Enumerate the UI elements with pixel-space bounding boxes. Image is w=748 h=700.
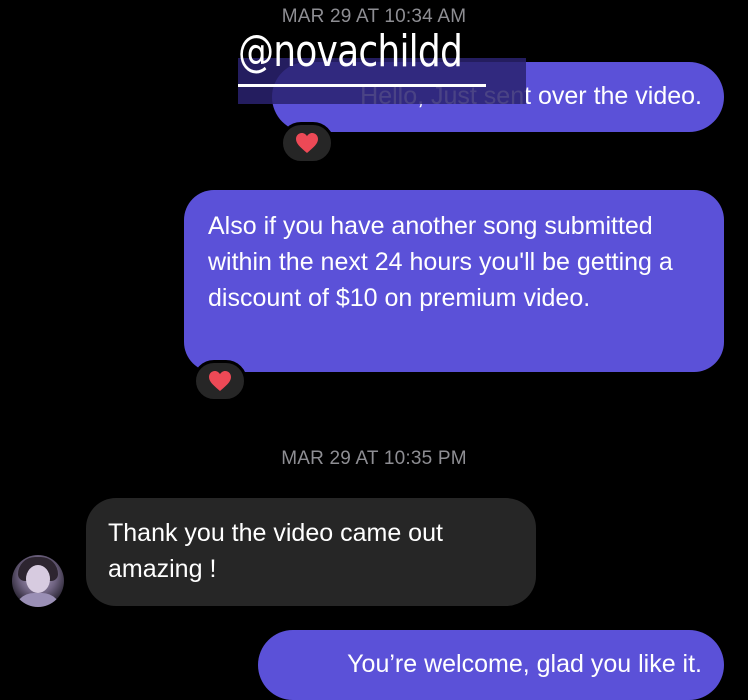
message-incoming-1[interactable]: Thank you the video came out amazing ! xyxy=(86,498,536,606)
message-outgoing-2[interactable]: Also if you have another song submitted … xyxy=(184,190,724,372)
heart-icon xyxy=(296,133,318,153)
timestamp-second: MAR 29 AT 10:35 PM xyxy=(281,448,467,469)
story-mention-underline xyxy=(238,84,486,87)
avatar[interactable] xyxy=(12,555,64,607)
heart-icon xyxy=(209,371,231,391)
message-outgoing-3[interactable]: You’re welcome, glad you like it. xyxy=(258,630,724,700)
message-text: Thank you the video came out amazing ! xyxy=(108,519,443,583)
reaction-badge-2[interactable] xyxy=(193,360,247,402)
message-text: Also if you have another song submitted … xyxy=(208,212,673,312)
story-mention-sticker[interactable]: @novachildd xyxy=(238,24,463,80)
reaction-badge-1[interactable] xyxy=(280,122,334,164)
message-text: You’re welcome, glad you like it. xyxy=(347,650,702,678)
